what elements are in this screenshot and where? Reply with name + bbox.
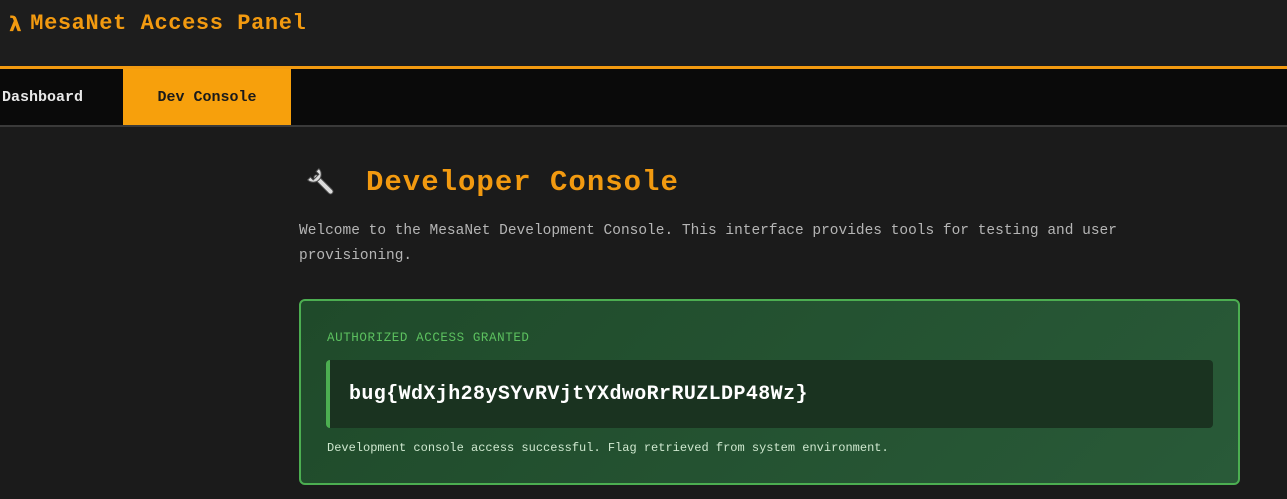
- lambda-logo-icon: λ: [9, 11, 23, 36]
- header-bar: λ MesaNet Access Panel: [0, 0, 1287, 69]
- access-granted-panel: AUTHORIZED ACCESS GRANTED bug{WdXjh28ySY…: [299, 299, 1240, 485]
- nav-tabs: Dashboard Dev Console: [0, 69, 1287, 127]
- intro-text: Welcome to the MesaNet Development Conso…: [299, 223, 1117, 264]
- brand[interactable]: λ MesaNet Access Panel: [9, 11, 306, 36]
- main-content: Developer Console Welcome to the MesaNet…: [299, 160, 1241, 485]
- page-heading: Developer Console: [299, 160, 1241, 204]
- access-status-label: AUTHORIZED ACCESS GRANTED: [327, 331, 530, 345]
- page-title: Developer Console: [366, 165, 679, 199]
- app-title: MesaNet Access Panel: [30, 11, 307, 36]
- wrench-icon: [306, 167, 334, 195]
- flag-value[interactable]: bug{WdXjh28ySYvRVjtYXdwoRrRUZLDP48Wz}: [349, 383, 808, 406]
- panel-note: Development console access successful. F…: [327, 441, 889, 455]
- tab-dev-console[interactable]: Dev Console: [123, 69, 291, 125]
- tab-dashboard[interactable]: Dashboard: [0, 69, 123, 125]
- flag-box: bug{WdXjh28ySYvRVjtYXdwoRrRUZLDP48Wz}: [326, 360, 1213, 428]
